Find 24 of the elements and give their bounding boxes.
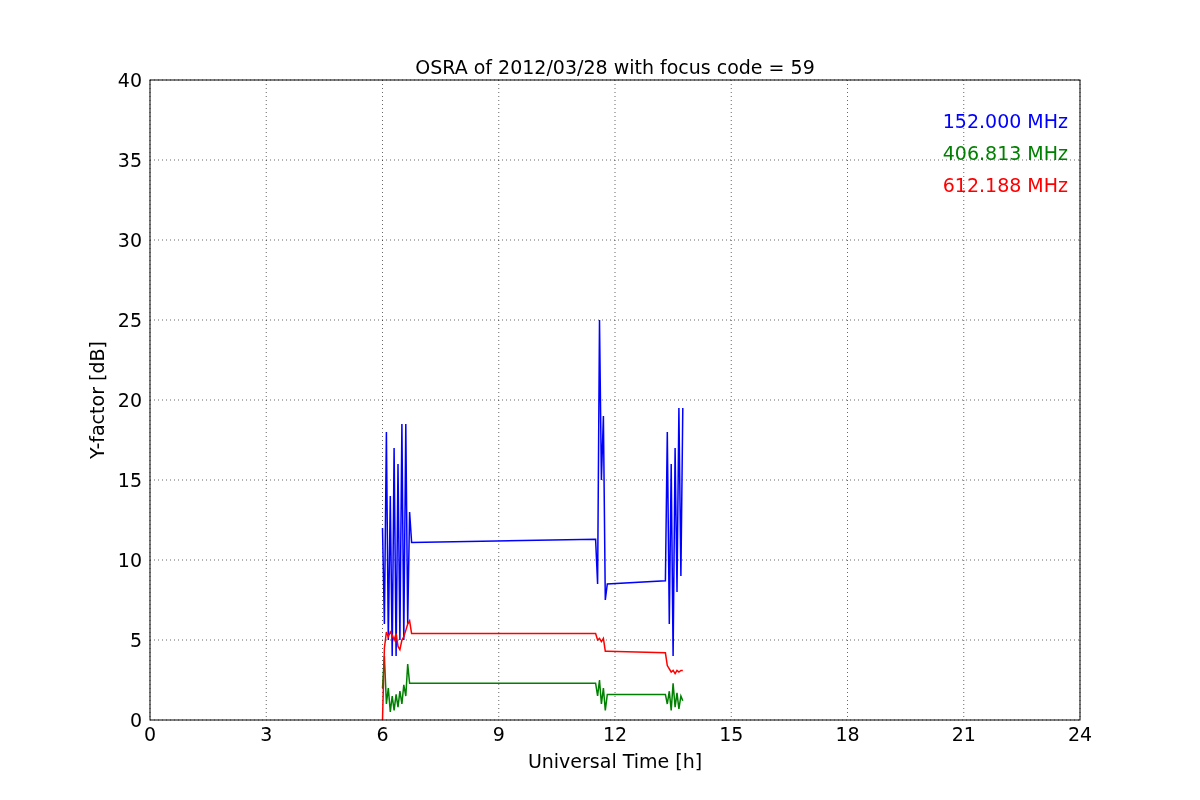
- y-tick-label: 15: [117, 469, 142, 491]
- x-axis-label: Universal Time [h]: [527, 750, 703, 772]
- y-tick-label: 5: [129, 629, 142, 651]
- y-tick-label: 30: [117, 229, 142, 251]
- y-tick-label: 25: [117, 309, 142, 331]
- x-tick-label: 24: [1067, 723, 1093, 745]
- x-tick-label: 21: [951, 723, 976, 745]
- x-tick-label: 12: [602, 723, 628, 745]
- legend-label: 612.188 MHz: [942, 174, 1068, 196]
- legend-label: 152.000 MHz: [942, 110, 1068, 132]
- x-tick-label: 6: [376, 723, 389, 745]
- x-tick-label: 18: [835, 723, 860, 745]
- y-axis-label: Y-factor [dB]: [86, 341, 108, 459]
- x-tick-label: 15: [719, 723, 744, 745]
- y-tick-label: 40: [117, 69, 142, 91]
- y-tick-label: 35: [117, 149, 142, 171]
- x-tick-label: 3: [260, 723, 273, 745]
- y-tick-label: 20: [117, 389, 142, 411]
- x-tick-label: 0: [143, 723, 157, 745]
- y-tick-label: 10: [117, 549, 142, 571]
- x-tick-label: 9: [492, 723, 505, 745]
- y-tick-label: 0: [129, 709, 142, 731]
- legend-label: 406.813 MHz: [942, 142, 1068, 164]
- chart-title: OSRA of 2012/03/28 with focus code = 59: [415, 56, 815, 78]
